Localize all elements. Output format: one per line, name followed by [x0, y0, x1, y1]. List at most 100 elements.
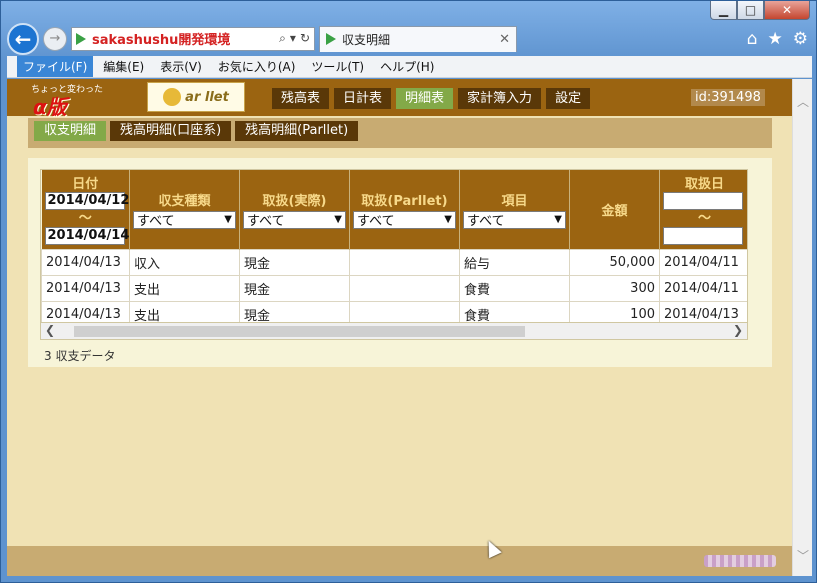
tab-title[interactable]: 収支明細	[342, 31, 499, 48]
col-item-label: 項目	[501, 193, 528, 209]
menu-edit[interactable]: 編集(E)	[97, 56, 150, 77]
col-actual: 取扱(実際) すべて ▼	[239, 170, 350, 249]
col-actual-label: 取扱(実際)	[262, 193, 327, 209]
dropdown-icon[interactable]: ▾	[290, 31, 296, 46]
cell-amount: 300	[569, 274, 660, 302]
handled-range-tilde: ～	[697, 211, 711, 227]
star-icon[interactable]: ★	[768, 29, 783, 49]
parllet-logo[interactable]: ar llet	[147, 82, 245, 112]
handled-to-input[interactable]	[663, 227, 743, 246]
scroll-left-icon[interactable]: ❮	[45, 323, 55, 337]
cell-item: 給与	[459, 248, 570, 276]
detail-panel: 日付 2014/04/12 ～ 2014/04/14 収支種類 すべて ▼ 取扱(…	[28, 158, 772, 367]
page-footer	[7, 546, 792, 576]
close-window-button[interactable]: ✕	[764, 1, 810, 20]
address-tools: ⌕ ▾ ↻	[279, 31, 314, 46]
handled-from-input[interactable]	[663, 192, 743, 211]
user-id: id:391498	[691, 89, 765, 106]
cell-type: 支出	[129, 274, 240, 302]
chevron-down-icon: ▼	[334, 214, 342, 226]
chevron-down-icon: ▼	[444, 214, 452, 226]
menu-help[interactable]: ヘルプ(H)	[374, 56, 440, 77]
table-row[interactable]: 2014/04/13 支出 現金 食費 300 2014/04/11	[41, 274, 747, 302]
address-text[interactable]: sakashushu開発環境	[92, 29, 279, 48]
nav-daily[interactable]: 日計表	[334, 88, 392, 109]
vertical-scrollbar[interactable]: ︿ ﹀	[792, 79, 812, 576]
refresh-icon[interactable]: ↻	[300, 31, 310, 46]
nav-balance[interactable]: 残高表	[272, 88, 330, 109]
logo-emblem-icon	[163, 88, 182, 106]
nav-settings[interactable]: 設定	[546, 88, 591, 109]
parllet-select[interactable]: すべて ▼	[353, 210, 456, 230]
horizontal-scrollbar[interactable]: ❮ ❯	[40, 323, 748, 340]
cell-handled-date: 2014/04/13	[659, 300, 747, 322]
nav-household-entry[interactable]: 家計簿入力	[458, 88, 542, 109]
chevron-down-icon: ▼	[224, 214, 232, 226]
table-row[interactable]: 2014/04/13 収入 現金 給与 50,000 2014/04/11	[41, 248, 747, 276]
home-icon[interactable]: ⌂	[747, 29, 758, 49]
window-controls: ▁ □ ✕	[710, 1, 810, 20]
scroll-down-icon[interactable]: ﹀	[797, 547, 809, 564]
detail-table-wrapper: 日付 2014/04/12 ～ 2014/04/14 収支種類 すべて ▼ 取扱(…	[40, 169, 748, 323]
subtab-income-expense[interactable]: 収支明細	[34, 121, 107, 141]
brand[interactable]: ちょっと変わった α版	[17, 82, 147, 119]
scroll-up-icon[interactable]: ︿	[797, 93, 809, 110]
cell-handled-date: 2014/04/11	[659, 248, 747, 276]
date-range-tilde: ～	[78, 211, 92, 227]
cell-actual: 現金	[239, 300, 350, 322]
blurred-footer-text	[704, 555, 776, 567]
logo-text: ar llet	[185, 89, 229, 105]
cell-amount: 100	[569, 300, 660, 322]
search-icon[interactable]: ⌕	[279, 31, 286, 46]
back-arrow-icon[interactable]: ←	[7, 22, 39, 55]
item-select[interactable]: すべて ▼	[463, 210, 566, 230]
cell-type: 支出	[129, 300, 240, 322]
item-select-value: すべて	[467, 214, 505, 230]
nav-detail[interactable]: 明細表	[396, 88, 454, 109]
subtab-balance-parllet[interactable]: 残高明細(Parllet)	[235, 121, 359, 141]
date-to-input[interactable]: 2014/04/14	[44, 227, 129, 246]
site-play-icon	[76, 32, 86, 45]
scroll-thumb[interactable]	[74, 326, 525, 337]
page-viewport: ちょっと変わった α版 ar llet 残高表 日計表 明細表 家計簿入力 設定…	[7, 79, 792, 576]
cell-item: 食費	[459, 274, 570, 302]
parllet-select-value: すべて	[357, 214, 395, 230]
chevron-down-icon: ▼	[554, 214, 562, 226]
browser-window: ▁ □ ✕ ← → sakashushu開発環境 ⌕ ▾ ↻ 収支明細 ✕ ⌂ …	[0, 0, 817, 583]
col-handled-date: 取扱日 ～	[659, 170, 747, 249]
date-from-input[interactable]: 2014/04/12	[44, 192, 129, 211]
minimize-button[interactable]: ▁	[710, 1, 737, 20]
brand-version: α版	[33, 95, 67, 119]
detail-table: 日付 2014/04/12 ～ 2014/04/14 収支種類 すべて ▼ 取扱(…	[41, 170, 747, 322]
cell-amount: 50,000	[569, 248, 660, 276]
type-select-value: すべて	[137, 214, 175, 230]
menu-tools[interactable]: ツール(T)	[305, 56, 370, 77]
close-tab-icon[interactable]: ✕	[499, 32, 516, 47]
col-item: 項目 すべて ▼	[459, 170, 570, 249]
type-select[interactable]: すべて ▼	[133, 210, 236, 230]
col-amount: 金額	[569, 170, 660, 249]
col-date: 日付 2014/04/12 ～ 2014/04/14	[41, 170, 130, 249]
col-type: 収支種類 すべて ▼	[129, 170, 240, 249]
actual-select[interactable]: すべて ▼	[243, 210, 346, 229]
maximize-button[interactable]: □	[737, 1, 764, 20]
browser-tab[interactable]: 収支明細 ✕	[319, 25, 517, 52]
cell-parllet	[349, 274, 460, 302]
col-parllet: 取扱(Parllet) すべて ▼	[349, 170, 460, 249]
menu-bar: ファイル(F) 編集(E) 表示(V) お気に入り(A) ツール(T) ヘルプ(…	[7, 56, 812, 78]
col-handled-date-label: 取扱日	[684, 177, 724, 193]
table-row[interactable]: 2014/04/13 支出 現金 食費 100 2014/04/13	[41, 300, 747, 322]
menu-file[interactable]: ファイル(F)	[17, 56, 94, 77]
browser-toolbar: ← → sakashushu開発環境 ⌕ ▾ ↻ 収支明細 ✕ ⌂ ★ ⚙	[7, 22, 812, 55]
menu-favorites[interactable]: お気に入り(A)	[212, 56, 302, 77]
address-bar[interactable]: sakashushu開発環境 ⌕ ▾ ↻	[71, 26, 315, 51]
scroll-right-icon[interactable]: ❯	[733, 323, 743, 337]
gear-icon[interactable]: ⚙	[793, 29, 808, 49]
forward-arrow-icon[interactable]: →	[43, 26, 67, 51]
cell-date: 2014/04/13	[41, 300, 130, 322]
cell-handled-date: 2014/04/11	[659, 274, 747, 302]
cell-date: 2014/04/13	[41, 274, 130, 302]
subtab-balance-account[interactable]: 残高明細(口座系)	[110, 121, 232, 141]
menu-view[interactable]: 表示(V)	[154, 56, 208, 77]
col-type-label: 収支種類	[158, 193, 211, 209]
